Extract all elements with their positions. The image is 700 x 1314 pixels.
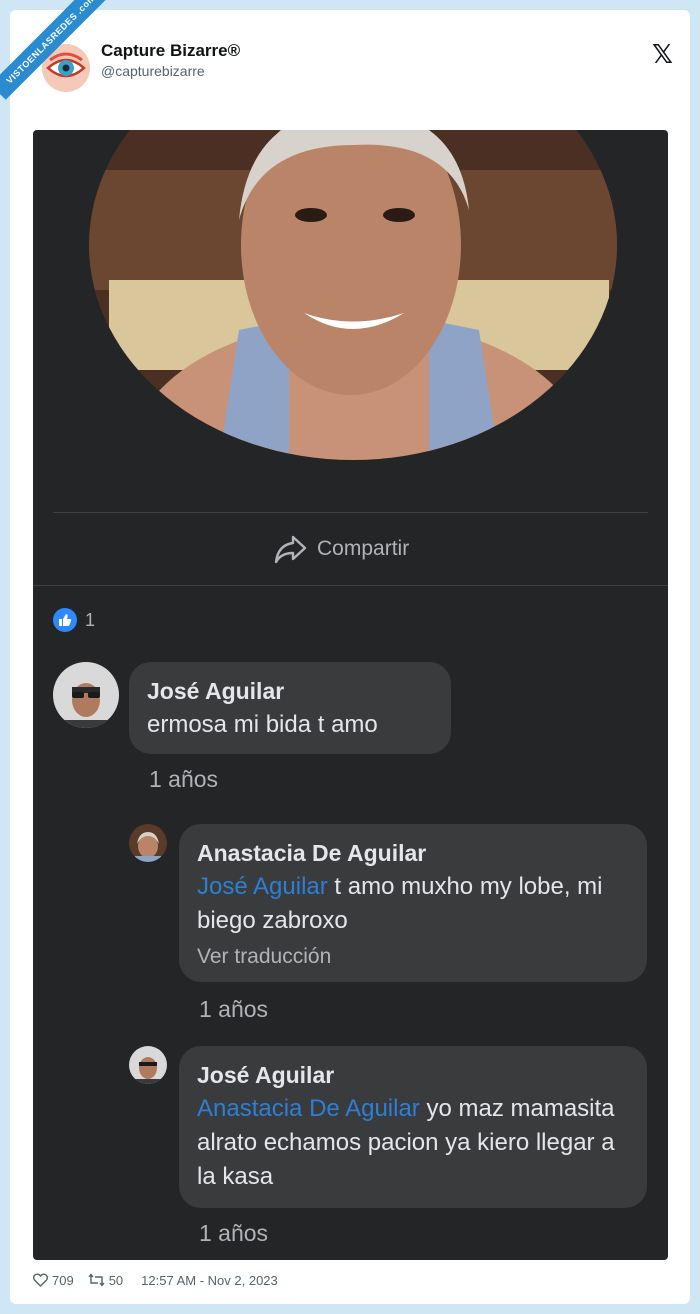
timestamp-text: 12:57 AM - Nov 2, 2023 bbox=[141, 1272, 278, 1288]
comment-bubble: José Aguilar Anastacia De Aguilar yo maz… bbox=[179, 1046, 647, 1208]
profile-photo bbox=[89, 130, 617, 460]
translate-link[interactable]: Ver traducción bbox=[197, 940, 629, 974]
author-handle[interactable]: @capturebizarre bbox=[101, 63, 205, 79]
comment-time[interactable]: 1 años bbox=[199, 1220, 268, 1247]
like-count: 709 bbox=[52, 1272, 74, 1288]
avatar[interactable] bbox=[129, 824, 167, 862]
share-button[interactable]: Compartir bbox=[273, 532, 409, 566]
woman-avatar-image bbox=[129, 824, 167, 862]
heart-icon bbox=[33, 1273, 48, 1287]
avatar[interactable] bbox=[129, 1046, 167, 1084]
x-logo-icon[interactable]: 𝕏 bbox=[652, 40, 673, 70]
mention-link[interactable]: José Aguilar bbox=[197, 873, 328, 900]
tweet-timestamp[interactable]: 12:57 AM - Nov 2, 2023 bbox=[137, 1273, 278, 1288]
man-avatar-image bbox=[129, 1046, 167, 1084]
retweet-button[interactable]: 50 bbox=[88, 1273, 123, 1288]
share-arrow-icon bbox=[274, 535, 307, 564]
like-button[interactable]: 709 bbox=[33, 1273, 74, 1288]
reaction-count[interactable]: 1 bbox=[85, 610, 95, 631]
divider bbox=[33, 585, 668, 586]
tweet-footer: 709 50 12:57 AM - Nov 2, 2023 bbox=[33, 1270, 292, 1290]
comment-time[interactable]: 1 años bbox=[199, 996, 268, 1023]
comment-author[interactable]: José Aguilar bbox=[147, 674, 433, 708]
comment-text: ermosa mi bida t amo bbox=[147, 711, 378, 738]
like-reaction-icon[interactable] bbox=[53, 608, 77, 632]
retweet-count: 50 bbox=[108, 1272, 124, 1288]
woman-portrait-image bbox=[89, 130, 617, 460]
avatar[interactable] bbox=[53, 662, 119, 728]
man-avatar-image bbox=[53, 662, 119, 728]
divider bbox=[53, 512, 648, 513]
comment-author[interactable]: Anastacia De Aguilar bbox=[197, 836, 629, 870]
facebook-screenshot: Compartir 1 José Aguilar ermosa mi bida … bbox=[33, 130, 668, 1260]
comment-bubble: Anastacia De Aguilar José Aguilar t amo … bbox=[179, 824, 647, 982]
comment-body: Anastacia De Aguilar yo maz mamasita alr… bbox=[197, 1095, 615, 1190]
mention-link[interactable]: Anastacia De Aguilar bbox=[197, 1095, 420, 1122]
comment-bubble: José Aguilar ermosa mi bida t amo bbox=[129, 662, 451, 754]
share-label: Compartir bbox=[317, 537, 410, 560]
comment-time[interactable]: 1 años bbox=[149, 766, 218, 793]
author-name[interactable]: Capture Bizarre® bbox=[101, 41, 240, 61]
comment-author[interactable]: José Aguilar bbox=[197, 1058, 629, 1092]
thumbs-up-icon bbox=[59, 614, 72, 626]
comment-body: José Aguilar t amo muxho my lobe, mi bie… bbox=[197, 873, 603, 934]
retweet-icon bbox=[88, 1273, 105, 1287]
